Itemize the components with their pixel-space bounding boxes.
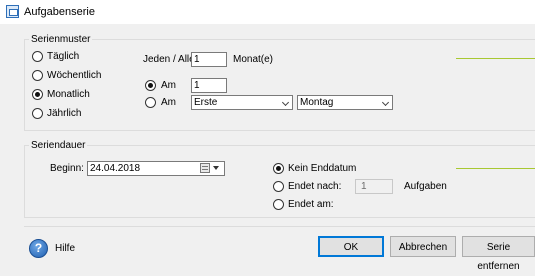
occurrences-input[interactable]: 1 — [355, 179, 393, 194]
dropdown-arrow-icon — [213, 166, 219, 170]
radio-weekly[interactable] — [32, 70, 43, 81]
window-title: Aufgabenserie — [24, 6, 95, 18]
app-icon — [6, 5, 19, 18]
begin-label: Beginn: — [50, 163, 84, 174]
radio-yearly[interactable] — [32, 108, 43, 119]
radio-am-weekday[interactable] — [145, 97, 156, 108]
pattern-group: Serienmuster — [24, 34, 535, 131]
help-icon[interactable]: ? — [29, 239, 48, 258]
radio-end-after-label: Endet nach: — [288, 181, 342, 192]
radio-no-end-label: Kein Enddatum — [288, 163, 357, 174]
calendar-icon — [200, 163, 210, 173]
date-picker-button[interactable] — [199, 162, 221, 175]
radio-end-by[interactable] — [273, 199, 284, 210]
footer-divider — [24, 226, 535, 227]
radio-end-after[interactable] — [273, 181, 284, 192]
duration-legend: Seriendauer — [31, 140, 86, 151]
accent-line — [456, 168, 535, 169]
weekday-select[interactable]: Montag — [297, 95, 393, 110]
radio-end-by-label: Endet am: — [288, 199, 334, 210]
ok-button[interactable]: OK — [318, 236, 384, 257]
interval-prefix-label: Jeden / Alle — [143, 54, 195, 65]
radio-no-end[interactable] — [273, 163, 284, 174]
radio-daily[interactable] — [32, 51, 43, 62]
radio-daily-label: Täglich — [47, 51, 80, 62]
radio-am-day-label: Am — [161, 80, 176, 91]
interval-suffix-label: Monat(e) — [233, 54, 274, 65]
radio-am-day[interactable] — [145, 80, 156, 91]
weekday-select-value: Montag — [300, 97, 334, 108]
ordinal-select[interactable]: Erste — [191, 95, 293, 110]
radio-am-weekday-label: Am — [161, 97, 176, 108]
chevron-down-icon — [381, 98, 390, 107]
occurrences-suffix: Aufgaben — [404, 181, 447, 192]
ordinal-select-value: Erste — [194, 97, 218, 108]
chevron-down-icon — [281, 98, 290, 107]
radio-weekly-label: Wöchentlich — [47, 70, 102, 81]
title-bar: Aufgabenserie — [0, 0, 535, 24]
help-label[interactable]: Hilfe — [55, 243, 75, 255]
radio-monthly-label: Monatlich — [47, 89, 90, 100]
day-input[interactable]: 1 — [191, 78, 227, 93]
remove-series-button[interactable]: Serie entfernen — [462, 236, 535, 272]
radio-monthly[interactable] — [32, 89, 43, 100]
interval-input[interactable]: 1 — [191, 52, 227, 67]
radio-yearly-label: Jährlich — [47, 108, 82, 119]
pattern-legend: Serienmuster — [31, 34, 91, 45]
begin-date-value: 24.04.2018 — [90, 163, 141, 174]
accent-line — [456, 58, 535, 59]
cancel-button[interactable]: Abbrechen — [390, 236, 456, 257]
